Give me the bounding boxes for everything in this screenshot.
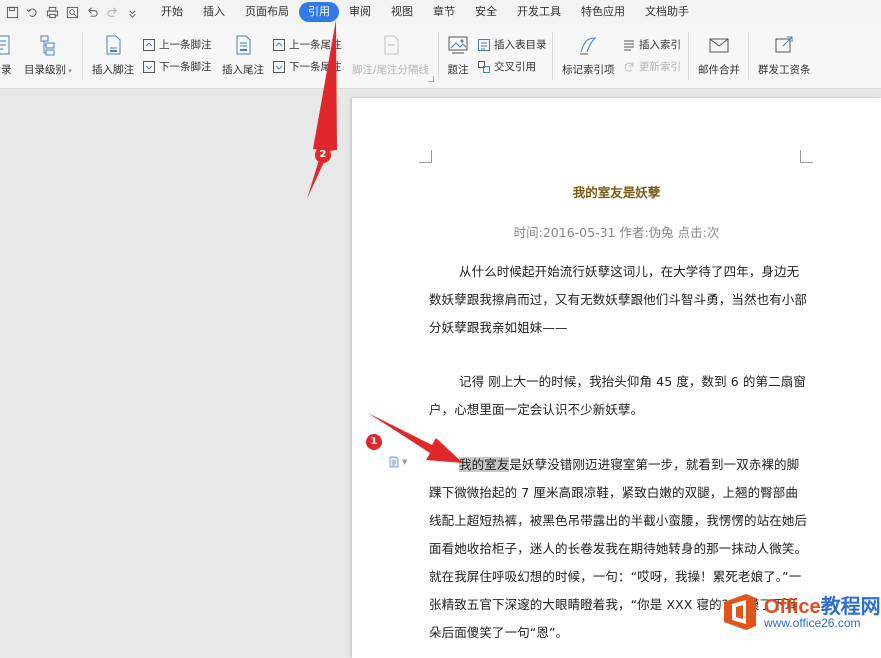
toc-level-button[interactable]: 目录级别 ▾ (24, 34, 72, 77)
tab-home[interactable]: 开始 (151, 2, 193, 22)
tab-special-apps[interactable]: 特色应用 (571, 2, 635, 22)
mail-merge-icon (708, 34, 730, 56)
ribbon-toolbar: 目录 目录级别 ▾ 插入脚注 上一条脚注 下一条脚注 插入尾注 上一条尾注 下一… (0, 24, 881, 89)
next-endnote-label: 下一条尾注 (289, 61, 342, 73)
ribbon-tabs: 开始 插入 页面布局 引用 审阅 视图 章节 安全 开发工具 特色应用 文档助手 (151, 2, 699, 22)
update-index-icon (622, 60, 636, 74)
separator-icon (380, 34, 402, 56)
selected-text[interactable]: 我的室友 (459, 457, 510, 472)
crop-mark (419, 150, 432, 163)
caption-icon (447, 34, 469, 56)
cross-reference-icon (477, 60, 491, 74)
tab-view[interactable]: 视图 (381, 2, 423, 22)
cross-reference-button[interactable]: 交叉引用 (477, 59, 536, 74)
update-index-label: 更新索引 (639, 61, 681, 73)
tab-review[interactable]: 审阅 (339, 2, 381, 22)
insert-footnote-label: 插入脚注 (92, 64, 134, 76)
document-page[interactable]: 我的室友是妖孽 时间:2016-05-31 作者:伪兔 点击:次 从什么时候起开… (352, 98, 881, 658)
paragraph[interactable]: 从什么时候起开始流行妖孽这词儿，在大学待了四年，身边无数妖孽跟我擦肩而过，又有无… (429, 258, 807, 342)
insert-footnote-icon (102, 34, 124, 56)
prev-endnote-icon (272, 38, 286, 52)
footnote-separator-button[interactable]: 脚注/尾注分隔线 (352, 34, 429, 77)
caption-button[interactable]: 题注 (447, 34, 469, 77)
mark-index-icon (577, 34, 599, 56)
send-payroll-label: 群发工资条 (758, 64, 811, 76)
toc-icon (0, 34, 12, 56)
ribbon-divider (688, 32, 689, 80)
ribbon-divider (82, 32, 83, 80)
redo-icon[interactable] (106, 6, 119, 19)
prev-footnote-icon (142, 38, 156, 52)
office-logo-icon (724, 594, 756, 630)
ribbon-divider (438, 32, 439, 80)
next-endnote-button[interactable]: 下一条尾注 (272, 59, 342, 74)
footnote-separator-label: 脚注/尾注分隔线 (352, 64, 430, 76)
document-meta[interactable]: 时间:2016-05-31 作者:伪兔 点击:次 (352, 222, 881, 241)
insert-endnote-icon (232, 34, 254, 56)
watermark: Office教程网 www.office26.com (712, 588, 881, 640)
crop-mark (800, 150, 813, 163)
prev-endnote-label: 上一条尾注 (289, 39, 342, 51)
insert-index-label: 插入索引 (639, 39, 681, 51)
insert-table-of-figures-label: 插入表目录 (494, 39, 547, 51)
tab-developer[interactable]: 开发工具 (507, 2, 571, 22)
insert-index-button[interactable]: 插入索引 (622, 37, 681, 52)
prev-endnote-button[interactable]: 上一条尾注 (272, 37, 342, 52)
ribbon-divider (748, 32, 749, 80)
undo-icon[interactable] (86, 6, 99, 19)
annotation-badge-1: 1 (366, 434, 382, 450)
print-preview-icon[interactable] (66, 6, 79, 19)
tab-security[interactable]: 安全 (465, 2, 507, 22)
dialog-launcher-icon[interactable] (428, 76, 434, 82)
insert-index-icon (622, 38, 636, 52)
toc-label: 目录 (0, 64, 12, 76)
mark-index-entry-label: 标记索引项 (562, 64, 615, 76)
next-footnote-icon (142, 60, 156, 74)
save-icon[interactable] (6, 6, 19, 19)
cross-reference-label: 交叉引用 (494, 61, 536, 73)
menu-bar: 开始 插入 页面布局 引用 审阅 视图 章节 安全 开发工具 特色应用 文档助手 (0, 0, 881, 24)
tab-page-layout[interactable]: 页面布局 (235, 2, 299, 22)
print-icon[interactable] (46, 6, 59, 19)
watermark-brand: Office教程网 (764, 596, 881, 618)
watermark-url: www.office26.com (764, 616, 861, 630)
mail-merge-button[interactable]: 邮件合并 (698, 34, 740, 77)
prev-footnote-button[interactable]: 上一条脚注 (142, 37, 212, 52)
quick-access-toolbar (0, 6, 139, 19)
send-payroll-icon (773, 34, 795, 56)
insert-footnote-button[interactable]: 插入脚注 (92, 34, 134, 77)
prev-footnote-label: 上一条脚注 (159, 39, 212, 51)
annotation-badge-2: 2 (315, 147, 331, 163)
table-of-figures-icon (477, 38, 491, 52)
tab-insert[interactable]: 插入 (193, 2, 235, 22)
tab-doc-assistant[interactable]: 文档助手 (635, 2, 699, 22)
customize-icon[interactable] (126, 6, 139, 19)
send-payroll-button[interactable]: 群发工资条 (758, 34, 811, 77)
revert-icon[interactable] (26, 6, 39, 19)
mark-index-entry-button[interactable]: 标记索引项 (562, 34, 615, 77)
next-footnote-label: 下一条脚注 (159, 61, 212, 73)
toc-button[interactable]: 目录 (0, 34, 12, 77)
ribbon-divider (552, 32, 553, 80)
insert-endnote-label: 插入尾注 (222, 64, 264, 76)
update-index-button[interactable]: 更新索引 (622, 59, 681, 74)
next-endnote-icon (272, 60, 286, 74)
insert-table-of-figures-button[interactable]: 插入表目录 (477, 37, 547, 52)
toc-level-icon (37, 34, 59, 56)
tab-section[interactable]: 章节 (423, 2, 465, 22)
toc-level-label: 目录级别 ▾ (24, 64, 72, 76)
insert-endnote-button[interactable]: 插入尾注 (222, 34, 264, 77)
paragraph[interactable]: 记得 刚上大一的时候，我抬头仰角 45 度，数到 6 的第二扇窗户，心想里面一定… (429, 368, 807, 424)
caption-label: 题注 (447, 64, 469, 76)
document-title[interactable]: 我的室友是妖孽 (352, 182, 881, 201)
tab-references[interactable]: 引用 (299, 2, 339, 22)
next-footnote-button[interactable]: 下一条脚注 (142, 59, 212, 74)
mail-merge-label: 邮件合并 (698, 64, 740, 76)
paragraph-options-icon[interactable]: ▼ (388, 456, 410, 468)
